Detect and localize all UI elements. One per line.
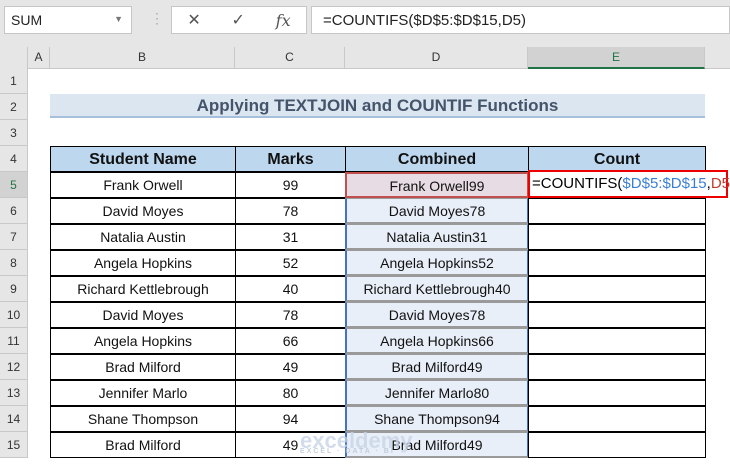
- cell-student-name[interactable]: David Moyes: [50, 198, 236, 224]
- cell-count[interactable]: [528, 354, 706, 380]
- cell-count[interactable]: [528, 380, 706, 406]
- header-student-name[interactable]: Student Name: [50, 146, 236, 172]
- cell-combined[interactable]: Natalia Austin31: [345, 224, 529, 250]
- cell-student-name[interactable]: Jennifer Marlo: [50, 380, 236, 406]
- cell-count[interactable]: [528, 328, 706, 354]
- cell-e5-editing[interactable]: =COUNTIFS($D$5:$D$15,D5): [528, 170, 730, 198]
- row-header-6[interactable]: 6: [0, 198, 28, 224]
- cell-combined[interactable]: Richard Kettlebrough40: [345, 276, 529, 302]
- column-header-e[interactable]: E: [528, 47, 705, 69]
- cell-marks[interactable]: 40: [235, 276, 346, 302]
- insert-function-icon[interactable]: fx: [276, 11, 291, 30]
- cell-student-name[interactable]: Brad Milford: [50, 432, 236, 458]
- cell-student-name[interactable]: Frank Orwell: [50, 172, 236, 198]
- chevron-down-icon[interactable]: ▼: [114, 14, 123, 24]
- enter-icon[interactable]: ✓: [232, 10, 245, 30]
- formula-function: =COUNTIFS(: [532, 175, 623, 192]
- watermark-logo: exceldemy EXCEL · DATA · BI: [300, 428, 413, 455]
- cell-combined[interactable]: Frank Orwell99: [345, 172, 529, 198]
- cell-marks[interactable]: 78: [235, 198, 346, 224]
- cell-student-name[interactable]: Brad Milford: [50, 354, 236, 380]
- row-header-4[interactable]: 4: [0, 146, 28, 172]
- cell-count[interactable]: [528, 198, 706, 224]
- row-header-3[interactable]: 3: [0, 120, 28, 146]
- header-marks[interactable]: Marks: [235, 146, 346, 172]
- cell-marks[interactable]: 99: [235, 172, 346, 198]
- formula-cell-ref: D5: [710, 175, 730, 192]
- header-count[interactable]: Count: [528, 146, 706, 172]
- row-header-5[interactable]: 5: [0, 172, 28, 198]
- cell-marks[interactable]: 49: [235, 354, 346, 380]
- cell-student-name[interactable]: Shane Thompson: [50, 406, 236, 432]
- cell-student-name[interactable]: Angela Hopkins: [50, 250, 236, 276]
- cell-marks[interactable]: 52: [235, 250, 346, 276]
- column-header-a[interactable]: A: [28, 47, 50, 69]
- cell-marks[interactable]: 31: [235, 224, 346, 250]
- row-header-2[interactable]: 2: [0, 94, 28, 120]
- cell-combined[interactable]: Angela Hopkins66: [345, 328, 529, 354]
- cell-combined[interactable]: Brad Milford49: [345, 354, 529, 380]
- formula-range-ref: $D$5:$D$15: [622, 175, 707, 192]
- cell-count[interactable]: [528, 302, 706, 328]
- cell-count[interactable]: [528, 432, 706, 458]
- cell-student-name[interactable]: David Moyes: [50, 302, 236, 328]
- name-box[interactable]: SUM ▼: [4, 6, 132, 34]
- cell-marks[interactable]: 78: [235, 302, 346, 328]
- row-header-14[interactable]: 14: [0, 406, 28, 432]
- cell-marks[interactable]: 80: [235, 380, 346, 406]
- formula-input[interactable]: =COUNTIFS($D$5:$D$15,D5): [311, 6, 730, 34]
- cell-student-name[interactable]: Angela Hopkins: [50, 328, 236, 354]
- name-box-value: SUM: [11, 12, 43, 28]
- row-header-15[interactable]: 15: [0, 432, 28, 458]
- column-header-b[interactable]: B: [50, 47, 235, 69]
- cell-count[interactable]: [528, 276, 706, 302]
- cell-combined[interactable]: David Moyes78: [345, 198, 529, 224]
- cell-combined[interactable]: Jennifer Marlo80: [345, 380, 529, 406]
- select-all-corner[interactable]: [0, 47, 28, 69]
- row-header-10[interactable]: 10: [0, 302, 28, 328]
- cell-combined[interactable]: David Moyes78: [345, 302, 529, 328]
- column-header-d[interactable]: D: [345, 47, 528, 69]
- cell-combined[interactable]: Angela Hopkins52: [345, 250, 529, 276]
- cell-count[interactable]: [528, 250, 706, 276]
- cell-marks[interactable]: 66: [235, 328, 346, 354]
- row-header-9[interactable]: 9: [0, 276, 28, 302]
- row-header-8[interactable]: 8: [0, 250, 28, 276]
- header-combined[interactable]: Combined: [345, 146, 529, 172]
- cancel-icon[interactable]: ✕: [187, 10, 200, 30]
- row-header-11[interactable]: 11: [0, 328, 28, 354]
- cell-count[interactable]: [528, 406, 706, 432]
- row-header-7[interactable]: 7: [0, 224, 28, 250]
- cell-student-name[interactable]: Natalia Austin: [50, 224, 236, 250]
- row-header-13[interactable]: 13: [0, 380, 28, 406]
- formula-buttons: ✕ ✓ fx: [171, 6, 307, 34]
- row-header-1[interactable]: 1: [0, 68, 28, 94]
- column-header-c[interactable]: C: [235, 47, 345, 69]
- cell-student-name[interactable]: Richard Kettlebrough: [50, 276, 236, 302]
- sheet-title: Applying TEXTJOIN and COUNTIF Functions: [50, 94, 705, 118]
- row-header-12[interactable]: 12: [0, 354, 28, 380]
- formula-toolbar: SUM ▼ ⋮ ✕ ✓ fx =COUNTIFS($D$5:$D$15,D5): [0, 0, 730, 47]
- cell-count[interactable]: [528, 224, 706, 250]
- drag-handle-icon: ⋮: [150, 10, 164, 26]
- column-header-f[interactable]: [705, 47, 730, 69]
